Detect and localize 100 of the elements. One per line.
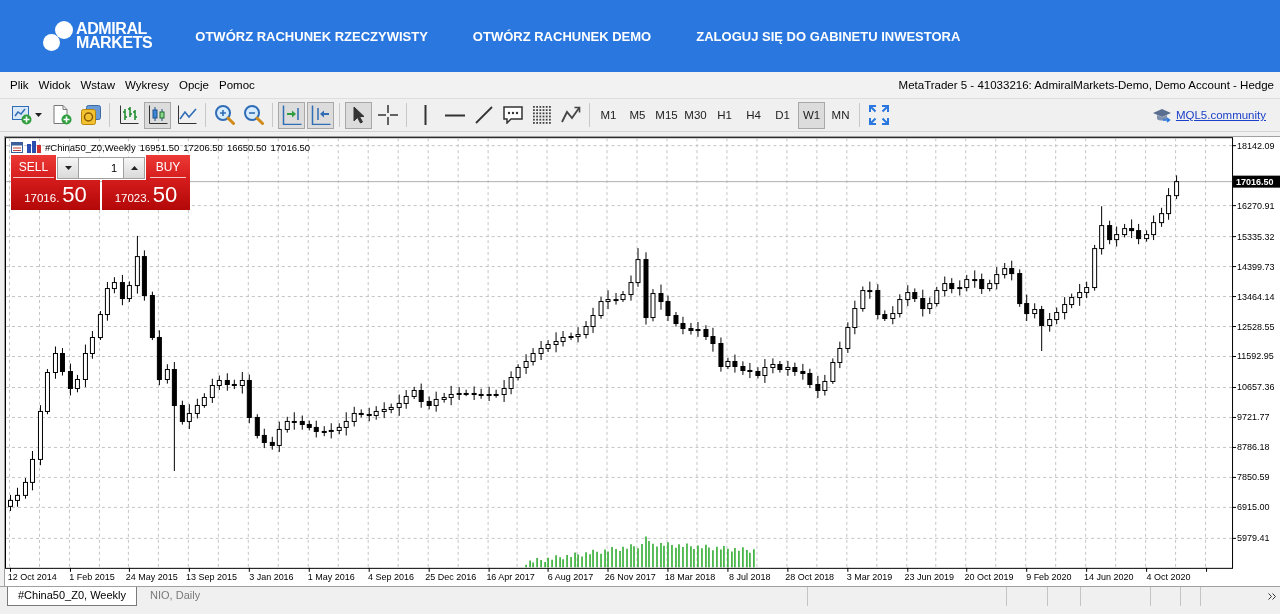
price-label: 7850.59 [1231, 472, 1270, 483]
chart-add-icon [12, 105, 32, 125]
diagonal-line-icon [474, 106, 493, 124]
date-label: 18 Mar 2018 [664, 571, 716, 582]
horizontal-line-icon [444, 113, 465, 117]
timeframe-button[interactable]: MN [827, 101, 854, 129]
timeframe-button[interactable]: W1 [798, 101, 825, 129]
nav-link[interactable]: ZALOGUJ SIĘ DO GABINETU INWESTORA [696, 28, 961, 44]
date-label: 20 Oct 2019 [964, 571, 1014, 582]
cursor-button[interactable] [345, 101, 372, 129]
logo-icon [43, 21, 73, 51]
nav-link[interactable]: OTWÓRZ RACHUNEK RZECZYWISTY [195, 28, 428, 44]
volume-field[interactable]: 1 [79, 156, 123, 179]
price-label: 16270.91 [1231, 200, 1275, 211]
caret-down-icon [64, 165, 72, 170]
sell-price-button[interactable]: 17016.50 [11, 180, 100, 210]
date-label: 9 Feb 2020 [1026, 571, 1072, 582]
ohlc-value: 16650.50 [226, 141, 267, 153]
y-tick-label: 6915.00 [1237, 502, 1270, 513]
price-label: 5979.41 [1231, 533, 1270, 544]
price-label: 8786.18 [1231, 442, 1270, 453]
sell-button[interactable]: SELL [11, 155, 56, 180]
y-tick-label: 7850.59 [1237, 472, 1270, 483]
zoom-in-icon [214, 105, 235, 125]
price-label: 14399.73 [1231, 261, 1275, 272]
logo-text: ADMIRAL MARKETS [76, 22, 153, 50]
candlestick-icon [147, 105, 168, 125]
menu-item[interactable]: Opcje [173, 77, 214, 93]
date-label: 24 May 2015 [125, 571, 178, 582]
timeframe-button[interactable]: H1 [711, 101, 738, 129]
symbol-label: #China50_Z0,Weekly [45, 141, 136, 153]
date-label: 26 Nov 2017 [604, 571, 656, 582]
timeframe-button[interactable]: H4 [740, 101, 767, 129]
cursor-icon [352, 106, 365, 124]
date-label: 6 Aug 2017 [547, 571, 594, 582]
ohlc-value: 16951.50 [139, 141, 180, 153]
price-label: 15335.32 [1231, 231, 1275, 242]
double-chevron-icon[interactable] [1268, 593, 1276, 600]
money-icon [80, 105, 101, 125]
increase-button[interactable] [123, 156, 145, 179]
menu-item[interactable]: Widok [33, 77, 76, 93]
date-label: 16 Apr 2017 [486, 571, 535, 582]
graduation-cap-icon [1152, 107, 1171, 123]
timeframe-button[interactable]: M15 [653, 101, 680, 129]
menu-item[interactable]: Wykresy [120, 77, 174, 93]
window-title: MetaTrader 5 - 41033216: AdmiralMarkets-Demo, Demo Account - Hedge [898, 79, 1275, 91]
date-label: 1 May 2016 [307, 571, 355, 582]
buy-price-button[interactable]: 17023.50 [102, 180, 190, 210]
price-label: 11592.95 [1231, 351, 1274, 362]
timeframe-button[interactable]: M1 [595, 101, 622, 129]
expand-icon [868, 105, 889, 125]
candle [1174, 174, 1180, 200]
chart-tab[interactable]: NIO, Daily [139, 587, 212, 606]
menu-item[interactable]: Pomoc [214, 77, 260, 93]
current-price-tag: 17016.50 [1233, 175, 1280, 188]
date-label: 4 Sep 2016 [368, 571, 414, 582]
price-label: 12528.55 [1231, 321, 1275, 332]
candle [23, 477, 28, 500]
y-tick-label: 8786.18 [1237, 442, 1270, 453]
ohlc-value: 17016.50 [270, 141, 311, 153]
candle [15, 487, 20, 508]
date-label: 3 Jan 2016 [249, 571, 294, 582]
candles-button[interactable] [144, 101, 171, 129]
date-label: 12 Oct 2014 [7, 571, 57, 582]
date-label: 28 Oct 2018 [785, 571, 835, 582]
ref-line-label: 17016.50 [1236, 177, 1274, 188]
buy-button[interactable]: BUY [146, 155, 190, 180]
decrease-button[interactable] [57, 156, 79, 179]
date-label: 1 Feb 2015 [69, 571, 115, 582]
date-label: 8 Jul 2018 [729, 571, 771, 582]
auto-scroll-button[interactable] [307, 101, 334, 129]
menu-item[interactable]: Plik [5, 77, 34, 93]
dotted-grid-icon [532, 106, 551, 124]
zigzag-arrow-icon [560, 106, 581, 124]
chart-tab[interactable]: #China50_Z0, Weekly [7, 587, 138, 606]
date-label: 14 Jun 2020 [1083, 571, 1134, 582]
date-label: 4 Oct 2020 [1146, 571, 1191, 582]
community-link[interactable]: MQL5.community [1175, 109, 1266, 121]
crosshair-icon [377, 105, 398, 125]
timeframe-button[interactable]: M30 [682, 101, 709, 129]
price-label: 18142.09 [1231, 140, 1275, 151]
y-tick-label: 5979.41 [1237, 533, 1270, 544]
zoom-out-icon [243, 105, 264, 125]
nav-link[interactable]: OTWÓRZ RACHUNEK DEMO [472, 28, 652, 44]
caret-icon [35, 113, 42, 117]
date-label: 3 Mar 2019 [846, 571, 893, 582]
window-icon [11, 141, 23, 153]
candle [8, 494, 13, 512]
price-label: 6915.00 [1231, 502, 1270, 513]
chart-shift-button[interactable] [278, 101, 305, 129]
timeframe-button[interactable]: D1 [769, 101, 796, 129]
menu-item[interactable]: Wstaw [75, 77, 120, 93]
date-label: 25 Dec 2016 [425, 571, 477, 582]
bar-chart-icon [118, 105, 139, 125]
bars-icon [27, 141, 41, 153]
timeframe-button[interactable]: M5 [624, 101, 651, 129]
price-label: 9721.77 [1231, 412, 1270, 423]
axis-arrow-right-icon [281, 105, 302, 125]
date-label: 23 Jun 2019 [904, 571, 954, 582]
price-label: 10657.36 [1231, 382, 1275, 393]
